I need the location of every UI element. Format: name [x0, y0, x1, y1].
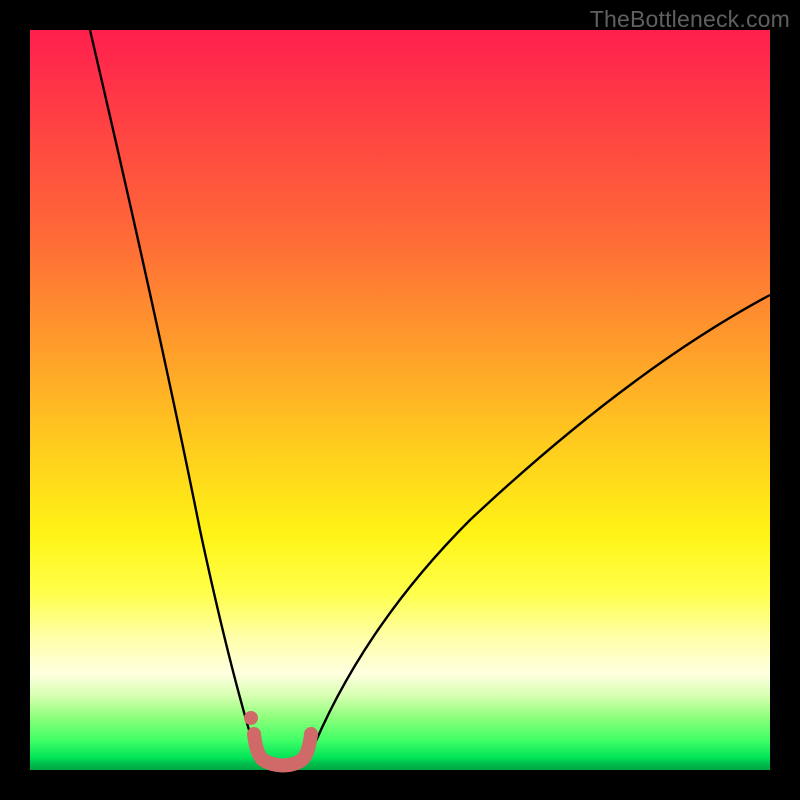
curve-layer: [30, 30, 770, 770]
plot-area: [30, 30, 770, 770]
valley-dot-icon: [244, 711, 258, 725]
curve-left-branch: [90, 30, 258, 760]
chart-frame: TheBottleneck.com: [0, 0, 800, 800]
curve-right-branch: [308, 295, 770, 760]
valley-marker: [254, 734, 311, 766]
watermark-text: TheBottleneck.com: [590, 6, 790, 33]
